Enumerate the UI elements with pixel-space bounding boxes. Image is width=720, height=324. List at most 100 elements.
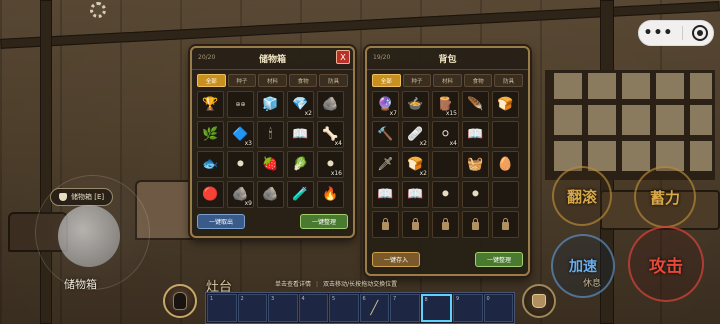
wall-beam-left	[40, 0, 52, 324]
inventory-slot[interactable]: 📖	[287, 121, 314, 148]
inventory-slot[interactable]: ⊕⊕	[227, 91, 254, 118]
hotbar-slot-number: 6	[362, 296, 366, 302]
book-icon: 📖	[292, 127, 309, 142]
close-mini-program-icon[interactable]	[692, 25, 709, 41]
inventory-slot[interactable]: 🥚	[492, 151, 519, 178]
item-quantity: x2	[419, 170, 427, 177]
lock-icon	[442, 218, 449, 230]
hotbar-slot[interactable]: 6 ╱	[359, 294, 389, 322]
rest-label[interactable]: 休息	[583, 276, 601, 289]
item-quantity: x4	[449, 140, 457, 147]
inventory-slot[interactable]: 🥬	[287, 151, 314, 178]
hotbar-slot[interactable]: 8	[420, 294, 452, 322]
inventory-slot[interactable]: 🦴 x4	[317, 121, 344, 148]
backpack-sort-button[interactable]: 一键整理	[475, 252, 523, 267]
inventory-slot[interactable]: 📖	[402, 181, 429, 208]
store-all-button[interactable]: 一键存入	[372, 252, 420, 267]
gear-icon[interactable]	[90, 2, 106, 18]
storage-interact-prompt[interactable]: 储物箱 [E]	[50, 188, 114, 206]
charge-button[interactable]: 蓄力	[634, 166, 696, 228]
avatar[interactable]	[163, 284, 197, 318]
inventory-slot[interactable]: 🪨	[317, 91, 344, 118]
hotbar-slot[interactable]: 3	[268, 294, 298, 322]
inventory-slot[interactable]: 🌿	[197, 121, 224, 148]
inventory-slot[interactable]: 🔷 x3	[227, 121, 254, 148]
inventory-slot[interactable]: ⚫	[227, 151, 254, 178]
inventory-slot[interactable]: 📖	[372, 181, 399, 208]
close-button[interactable]: X	[336, 50, 350, 64]
inventory-slot[interactable]: 🔨	[372, 121, 399, 148]
inventory-slot[interactable]: 🧊	[257, 91, 284, 118]
tab-4[interactable]: 防具	[494, 74, 523, 87]
inventory-slot[interactable]: 🧪	[287, 181, 314, 208]
roll-button[interactable]: 翻滚	[552, 166, 612, 226]
fishing-rod-icon: ╱	[370, 300, 379, 316]
inventory-slot[interactable]: 🐟	[197, 151, 224, 178]
tab-0[interactable]: 全部	[372, 74, 401, 87]
inventory-slot[interactable]: 🔥	[317, 181, 344, 208]
inventory-slot[interactable]: 🔴	[197, 181, 224, 208]
backpack-title: 背包	[438, 55, 457, 65]
locked-slot	[402, 211, 429, 238]
inventory-slot[interactable]: 🗡	[372, 151, 399, 178]
joystick-knob[interactable]	[58, 205, 120, 267]
item-quantity: x3	[244, 140, 252, 147]
tab-4[interactable]: 防具	[319, 74, 348, 87]
torch-icon: 🔨	[377, 127, 394, 142]
tab-0[interactable]: 全部	[197, 74, 226, 87]
blue-crystal-box-icon: 🧊	[262, 97, 279, 112]
hotbar-slot[interactable]: 7	[390, 294, 420, 322]
bag-icon	[532, 294, 546, 308]
inventory-slot[interactable]: ⚪ x4	[432, 121, 459, 148]
item-quantity: x9	[244, 200, 252, 207]
inventory-slot[interactable]: 🧺	[462, 151, 489, 178]
hotbar-slot[interactable]: 2	[237, 294, 267, 322]
storage-hint-label: 储物箱 [E]	[71, 193, 105, 201]
egg-icon: 🥚	[497, 157, 514, 172]
inventory-slot[interactable]	[432, 151, 459, 178]
bag-button[interactable]	[522, 284, 556, 318]
lock-icon	[382, 218, 389, 230]
storage-grid: 🏆 ⊕⊕ 🧊 💎 x2 🪨 🌿 🔷 x3 🕯 📖 🦴 x4 🐟 ⚫ 🍓 🥬 ⚫ x16 🔴 🪨 x9 🪨 🧪 🔥	[192, 90, 353, 209]
hotbar-slot[interactable]: 4	[298, 294, 328, 322]
tab-1[interactable]: 种子	[227, 74, 257, 87]
inventory-slot[interactable]: 🪨 x9	[227, 181, 254, 208]
inventory-slot[interactable]: 🩹 x2	[402, 121, 429, 148]
attack-button[interactable]: 攻击	[628, 226, 704, 302]
more-icon[interactable]: •••	[644, 25, 674, 41]
hint-left: 单击查看详情	[275, 281, 312, 288]
tab-3[interactable]: 食物	[463, 74, 493, 87]
hotbar-slot[interactable]: 5	[329, 294, 359, 322]
red-gem-icon: 🔴	[202, 187, 219, 202]
inventory-slot[interactable]: 🕯	[257, 121, 284, 148]
inventory-slot[interactable]: 🪶	[462, 91, 489, 118]
inventory-slot[interactable]: 🏆	[197, 91, 224, 118]
hotbar-slot[interactable]: 9	[453, 294, 483, 322]
inventory-slot[interactable]: 🍞	[492, 91, 519, 118]
inventory-slot[interactable]	[492, 181, 519, 208]
tab-2[interactable]: 材料	[433, 74, 462, 87]
inventory-slot[interactable]: ⚫	[462, 181, 489, 208]
hotbar-slot-number: 7	[393, 296, 397, 302]
tab-3[interactable]: 食物	[288, 74, 318, 87]
tab-1[interactable]: 种子	[402, 74, 432, 87]
inventory-slot[interactable]: 🪨	[257, 181, 284, 208]
take-all-button[interactable]: 一键取出	[197, 214, 245, 229]
inventory-slot[interactable]: 🍓	[257, 151, 284, 178]
inventory-slot[interactable]: ⚫	[432, 181, 459, 208]
hotbar-slot[interactable]: 1	[207, 294, 237, 322]
inventory-slot[interactable]	[492, 121, 519, 148]
item-quantity: x4	[334, 140, 342, 147]
inventory-slot[interactable]: 💎 x2	[287, 91, 314, 118]
inventory-slot[interactable]: 📖	[462, 121, 489, 148]
tab-2[interactable]: 材料	[258, 74, 287, 87]
inventory-slot[interactable]: 🪵 x15	[432, 91, 459, 118]
inventory-slot[interactable]: 🍞 x2	[402, 151, 429, 178]
inventory-slot[interactable]: ⚫ x16	[317, 151, 344, 178]
backpack-footer: 一键存入 一键整理	[372, 252, 523, 267]
storage-sort-button[interactable]: 一键整理	[300, 214, 348, 229]
inventory-slot[interactable]: 🔮 x7	[372, 91, 399, 118]
stew-bowl-icon: 🍲	[407, 97, 424, 112]
hotbar-slot[interactable]: 0	[483, 294, 513, 322]
inventory-slot[interactable]: 🍲	[402, 91, 429, 118]
